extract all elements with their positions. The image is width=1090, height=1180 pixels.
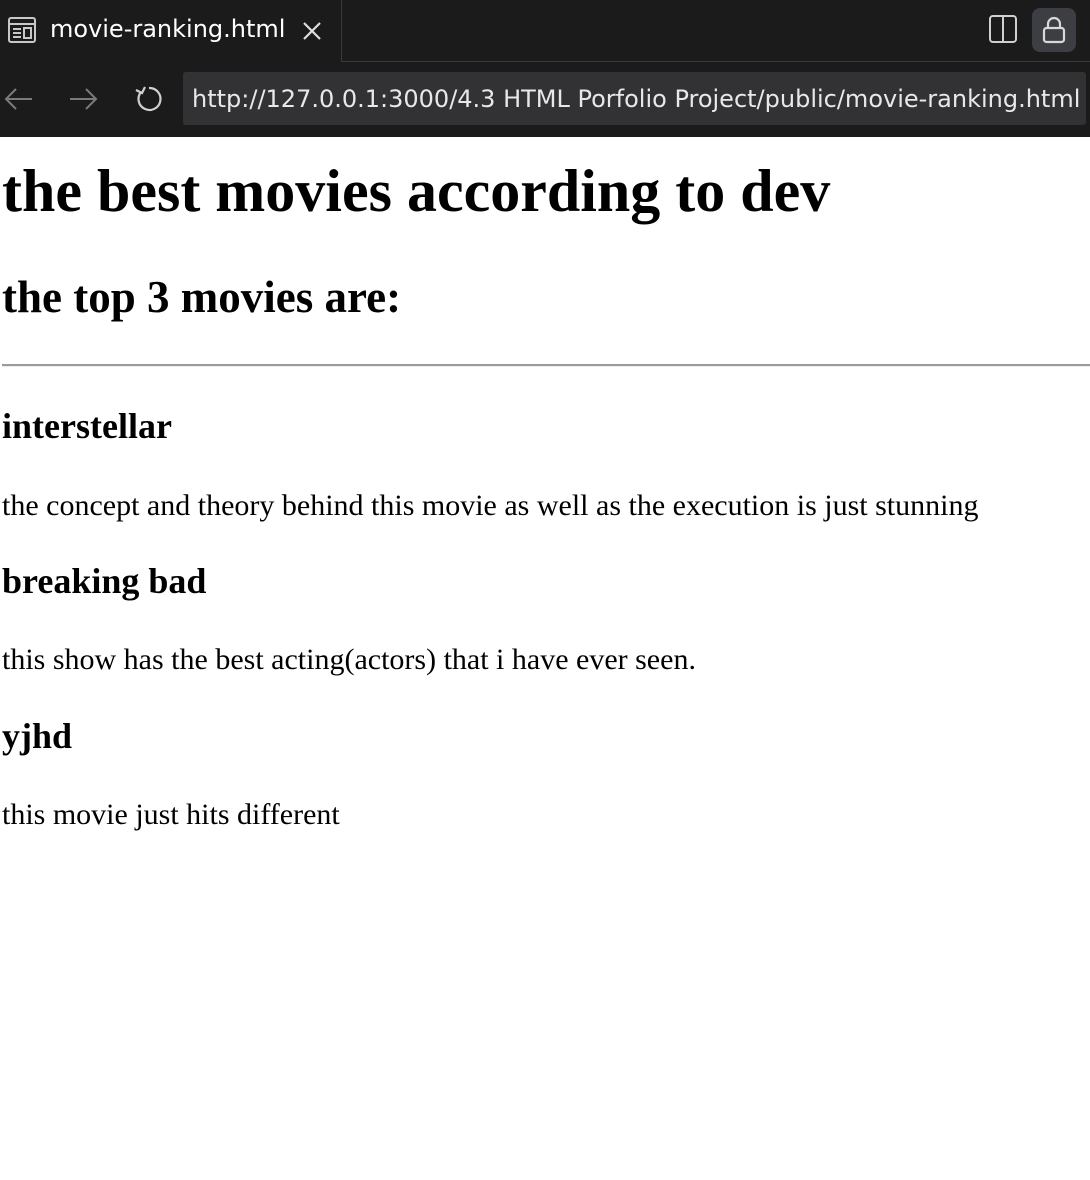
- horizontal-rule: [2, 364, 1090, 367]
- page-title: the best movies according to dev: [2, 158, 831, 224]
- navigation-bar: http://127.0.0.1:3000/4.3 HTML Porfolio …: [0, 62, 1090, 137]
- tab-bar: movie-ranking.html: [0, 0, 1090, 62]
- page-subtitle: the top 3 movies are:: [2, 272, 402, 322]
- page-preview-icon: [8, 17, 36, 43]
- tab-title: movie-ranking.html: [50, 15, 286, 43]
- reload-icon[interactable]: [132, 82, 166, 116]
- back-arrow-icon[interactable]: [2, 82, 36, 116]
- forward-arrow-icon[interactable]: [66, 82, 100, 116]
- movie-description-yjhd: this movie just hits different: [2, 798, 340, 831]
- split-view-icon[interactable]: [986, 12, 1020, 46]
- url-text: http://127.0.0.1:3000/4.3 HTML Porfolio …: [192, 85, 1081, 113]
- movie-title-interstellar: interstellar: [2, 406, 172, 446]
- tab-movie-ranking[interactable]: movie-ranking.html: [0, 0, 342, 62]
- close-icon[interactable]: [298, 17, 326, 45]
- movie-title-breaking-bad: breaking bad: [2, 561, 207, 601]
- lock-icon[interactable]: [1032, 8, 1076, 52]
- url-bar[interactable]: http://127.0.0.1:3000/4.3 HTML Porfolio …: [183, 72, 1086, 125]
- movie-description-interstellar: the concept and theory behind this movie…: [2, 489, 979, 522]
- movie-title-yjhd: yjhd: [2, 716, 73, 756]
- movie-description-breaking-bad: this show has the best acting(actors) th…: [2, 643, 696, 676]
- page-content: the best movies according to dev the top…: [0, 137, 1090, 1180]
